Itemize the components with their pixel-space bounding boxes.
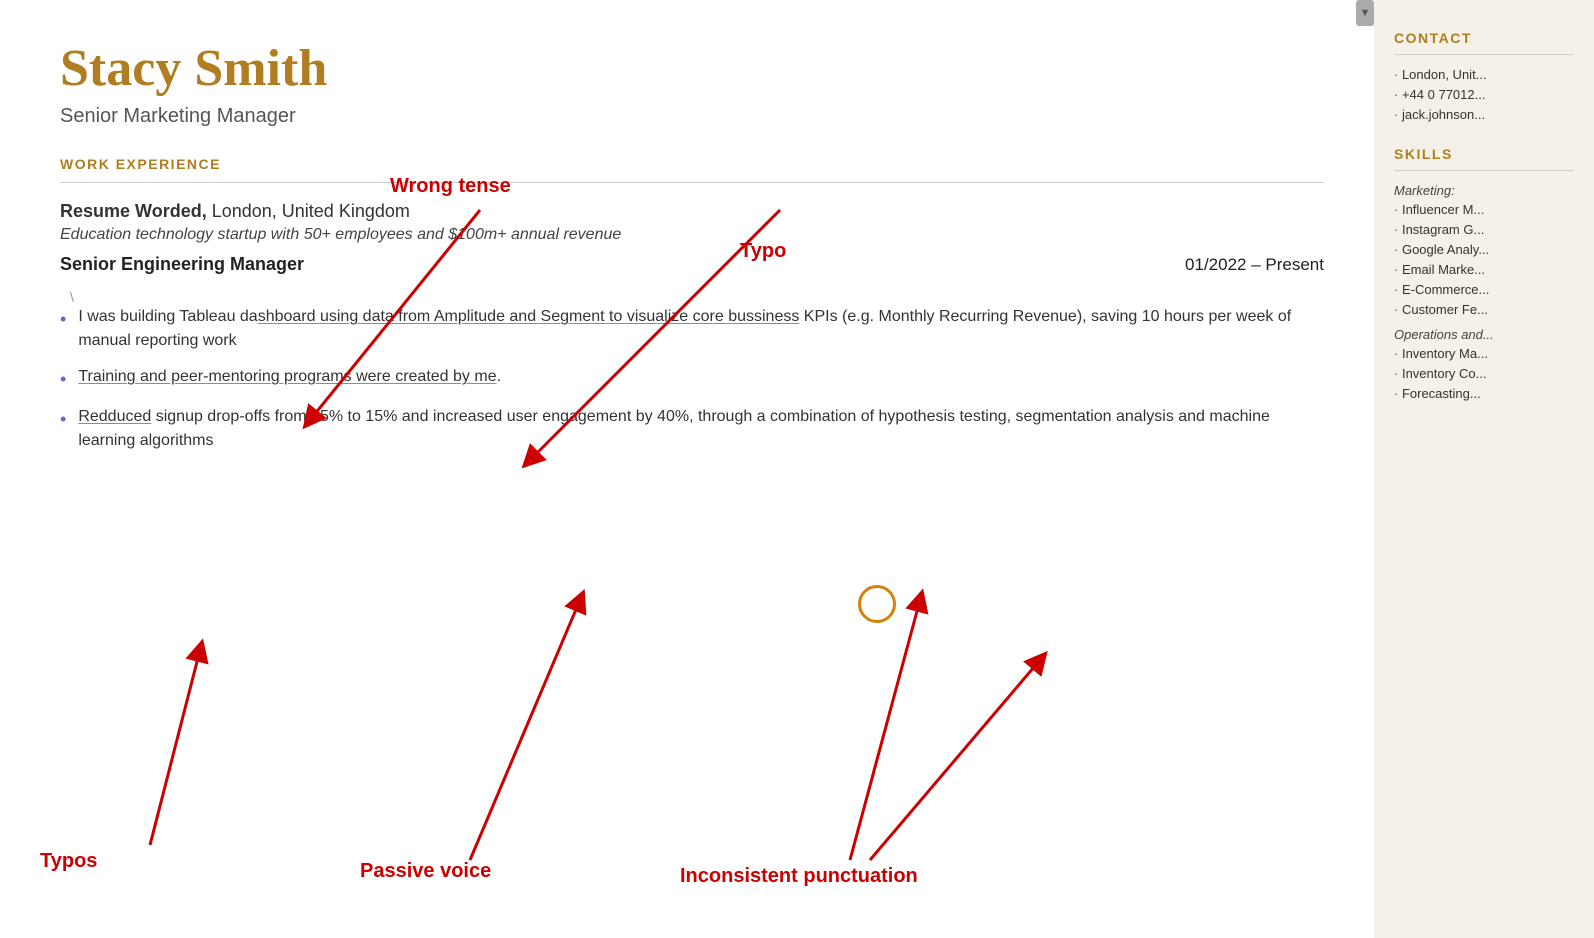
company-description: Education technology startup with 50+ em… — [60, 226, 1324, 244]
bullet-text-3: Redduced signup drop-offs from 65% to 15… — [78, 405, 1324, 453]
skills-heading: SKILLS — [1394, 146, 1574, 162]
skill-instagram: Instagram G... — [1394, 222, 1574, 237]
job-dates: 01/2022 – Present — [1185, 255, 1324, 275]
bullet-item-1: • I was building Tableau dashboard using… — [60, 305, 1324, 353]
skills-operations-label: Operations and... — [1394, 327, 1574, 342]
bullet-dot-1: • — [60, 306, 66, 333]
candidate-name: Stacy Smith — [60, 40, 1324, 97]
skill-email-marketing: Email Marke... — [1394, 262, 1574, 277]
contact-location: London, Unit... — [1394, 67, 1574, 82]
skills-marketing-label: Marketing: — [1394, 183, 1574, 198]
underline-bussiness: bussiness — [728, 308, 799, 325]
contact-divider — [1394, 54, 1574, 55]
skill-influencer: Influencer M... — [1394, 202, 1574, 217]
underline-redduced: Redduced — [78, 408, 151, 425]
job-title-row: Senior Engineering Manager 01/2022 – Pre… — [60, 254, 1324, 275]
scrollbar-button[interactable]: ▼ — [1356, 0, 1374, 26]
skill-inventory-management: Inventory Ma... — [1394, 346, 1574, 361]
work-experience-section: WORK EXPERIENCE Resume Worded, London, U… — [60, 156, 1324, 453]
skill-google-analytics: Google Analy... — [1394, 242, 1574, 257]
bullet-text-1: I was building Tableau dashboard using d… — [78, 305, 1324, 353]
bullet-dot-3: • — [60, 406, 66, 433]
company-name-location: Resume Worded, London, United Kingdom — [60, 201, 1324, 222]
backslash-artifact: \ — [70, 289, 1324, 305]
underline-segment1: shboard using data from Amplitude and Se… — [258, 308, 729, 325]
inconsistent-punctuation-label: Inconsistent punctuation — [680, 865, 918, 888]
annotations-layer: Wrong tense Typo Typos Passive voice Inc… — [0, 0, 1374, 938]
underline-passive: Training and peer-mentoring programs wer… — [78, 368, 496, 385]
skill-forecasting: Forecasting... — [1394, 386, 1574, 401]
bullet-item-2: • Training and peer-mentoring programs w… — [60, 365, 1324, 393]
skill-ecommerce: E-Commerce... — [1394, 282, 1574, 297]
contact-items: London, Unit... +44 0 77012... jack.john… — [1394, 67, 1574, 122]
contact-phone: +44 0 77012... — [1394, 87, 1574, 102]
contact-heading: CONTACT — [1394, 30, 1574, 46]
typos-bottom-label: Typos — [40, 850, 97, 873]
company-location: London, United Kingdom — [212, 201, 410, 221]
skills-marketing: Marketing: Influencer M... Instagram G..… — [1394, 183, 1574, 317]
job-title: Senior Engineering Manager — [60, 254, 304, 275]
circle-highlight-me — [858, 585, 896, 623]
skill-customer-feedback: Customer Fe... — [1394, 302, 1574, 317]
work-experience-heading: WORK EXPERIENCE — [60, 156, 1324, 172]
chevron-down-icon: ▼ — [1360, 7, 1371, 19]
main-content: ▼ Stacy Smith Senior Marketing Manager W… — [0, 0, 1374, 938]
contact-email: jack.johnson... — [1394, 107, 1574, 122]
bullet-text-2: Training and peer-mentoring programs wer… — [78, 365, 501, 389]
candidate-title: Senior Marketing Manager — [60, 105, 1324, 128]
passive-voice-label: Passive voice — [360, 860, 491, 883]
bullet-list: • I was building Tableau dashboard using… — [60, 305, 1324, 453]
annotations-svg — [0, 0, 1374, 938]
skills-operations: Operations and... Inventory Ma... Invent… — [1394, 327, 1574, 401]
company-name: Resume Worded, — [60, 201, 207, 221]
bullet-dot-2: • — [60, 366, 66, 393]
skill-inventory-control: Inventory Co... — [1394, 366, 1574, 381]
sidebar: CONTACT London, Unit... +44 0 77012... j… — [1374, 0, 1594, 938]
section-divider — [60, 182, 1324, 183]
skills-divider — [1394, 170, 1574, 171]
bullet-item-3: • Redduced signup drop-offs from 65% to … — [60, 405, 1324, 453]
